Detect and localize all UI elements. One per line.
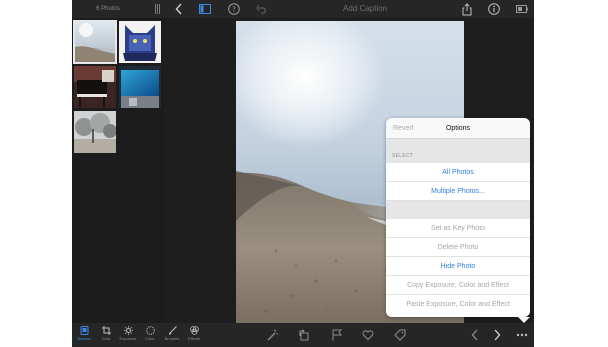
tool-color-label: Color <box>145 336 155 341</box>
copy-adjustments-option[interactable]: Copy Exposure, Color and Effect <box>386 276 530 295</box>
thumbnail-aquarium[interactable] <box>119 66 161 108</box>
help-icon[interactable]: ? <box>227 2 241 16</box>
grip-icon[interactable] <box>155 4 161 14</box>
flag-icon[interactable] <box>330 328 344 342</box>
tool-effects[interactable]: Effects <box>182 326 206 346</box>
tool-crop-label: Crop <box>101 336 111 341</box>
tool-exposure-label: Exposure <box>119 336 137 341</box>
crop-icon <box>101 326 111 335</box>
delete-photo-option[interactable]: Delete Photo <box>386 238 530 257</box>
previous-chevron-icon[interactable] <box>468 328 482 342</box>
exposure-icon <box>123 326 133 335</box>
undo-icon[interactable] <box>255 2 269 16</box>
top-toolbar: 6 Photos ? Add Caption <box>72 0 534 18</box>
tool-browse-label: Browse <box>77 336 91 341</box>
select-section-label: SELECT <box>392 153 414 159</box>
share-icon[interactable] <box>460 2 474 16</box>
multiple-photos-option[interactable]: Multiple Photos... <box>386 182 530 201</box>
photo-thumbnail-sidebar <box>72 18 164 323</box>
set-key-photo-option[interactable]: Set as Key Photo <box>386 219 530 238</box>
effects-icon <box>189 326 199 335</box>
popover-header: Revert Options <box>386 118 530 139</box>
tool-effects-label: Effects <box>187 336 201 341</box>
bottom-toolbar: Browse Crop Exposure Color Brushes Effec… <box>72 323 534 347</box>
next-chevron-icon[interactable] <box>490 328 504 342</box>
all-photos-option[interactable]: All Photos <box>386 163 530 182</box>
thumbnail-piano[interactable] <box>74 66 116 108</box>
info-icon[interactable] <box>487 2 501 16</box>
tool-color[interactable]: Color <box>138 326 162 346</box>
hide-photo-option[interactable]: Hide Photo <box>386 257 530 276</box>
battery-icon <box>515 2 529 16</box>
section-header <box>386 139 530 163</box>
photos-count-label: 6 Photos <box>96 6 120 12</box>
svg-text:?: ? <box>232 6 236 14</box>
tool-crop[interactable]: Crop <box>94 326 118 346</box>
rotate-icon[interactable] <box>297 328 311 342</box>
sidebar-toggle-icon[interactable] <box>198 2 212 16</box>
brush-icon <box>168 326 177 335</box>
section-divider <box>386 201 530 219</box>
more-icon[interactable] <box>515 328 529 342</box>
popover-arrow <box>518 317 530 323</box>
tag-icon[interactable] <box>393 328 407 342</box>
browse-icon <box>80 326 88 335</box>
thumbnail-trees[interactable] <box>74 111 116 153</box>
tool-browse[interactable]: Browse <box>72 326 96 346</box>
tool-exposure[interactable]: Exposure <box>116 326 140 346</box>
auto-enhance-icon[interactable] <box>265 328 279 342</box>
heart-icon[interactable] <box>361 328 375 342</box>
caption-field[interactable]: Add Caption <box>310 0 420 18</box>
back-chevron-icon[interactable] <box>174 2 184 16</box>
color-icon <box>145 326 155 335</box>
thumbnail-cat[interactable] <box>119 21 161 63</box>
thumbnail-beach[interactable] <box>73 20 117 64</box>
tool-brushes[interactable]: Brushes <box>160 326 184 346</box>
popover-title: Options <box>445 125 471 132</box>
tool-brushes-label: Brushes <box>164 336 180 341</box>
paste-adjustments-option[interactable]: Paste Exposure, Color and Effect <box>386 295 530 317</box>
options-popover: Revert Options SELECT All Photos Multipl… <box>386 118 530 317</box>
